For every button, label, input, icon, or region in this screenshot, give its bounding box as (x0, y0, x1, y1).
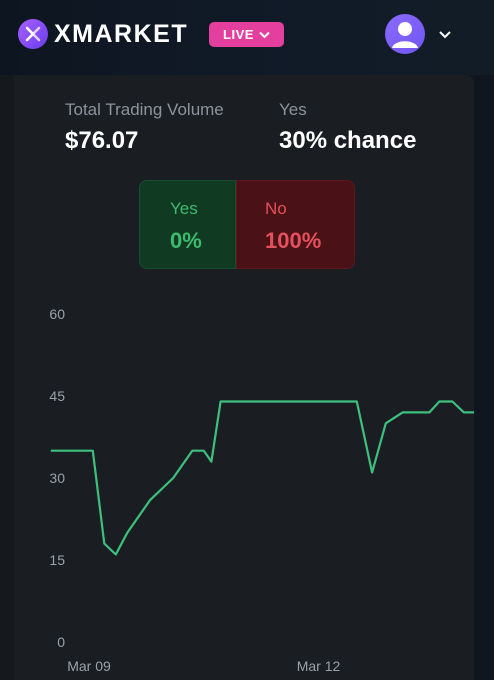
odds-no-label: No (265, 199, 287, 218)
odds-yes-value: 0% (170, 228, 202, 253)
live-label: LIVE (223, 27, 254, 42)
top-navigation-bar: XMARKET LIVE (0, 0, 494, 75)
odds-yes-button[interactable]: Yes 0% (139, 180, 236, 269)
odds-yes-label: Yes (170, 199, 198, 218)
odds-no-value: 100% (265, 228, 322, 253)
y-tick-label: 30 (49, 470, 65, 486)
price-history-chart: 604530150Mar 09Mar 12Mar 15 (49, 306, 474, 674)
outcome-label: Yes (279, 100, 307, 119)
x-tick-label: Mar 09 (67, 658, 111, 674)
total-volume-value: $76.07 (65, 127, 139, 154)
yes-price-series-line (50, 400, 474, 556)
brand-name[interactable]: XMARKET (54, 20, 188, 49)
y-tick-label: 45 (49, 388, 65, 404)
y-tick-label: 0 (57, 634, 65, 650)
user-avatar-icon[interactable] (385, 14, 425, 54)
x-tick-label: Mar 12 (297, 658, 341, 674)
account-menu-chevron-icon[interactable] (438, 27, 452, 45)
total-volume-label: Total Trading Volume (65, 100, 224, 119)
chevron-down-icon (259, 27, 270, 42)
xmarket-logo-icon[interactable] (18, 19, 48, 49)
y-tick-label: 15 (49, 552, 65, 568)
y-tick-label: 60 (49, 306, 65, 322)
live-dropdown-button[interactable]: LIVE (209, 22, 284, 47)
odds-no-button[interactable]: No 100% (236, 180, 355, 269)
outcome-chance-value: 30% chance (279, 127, 417, 154)
